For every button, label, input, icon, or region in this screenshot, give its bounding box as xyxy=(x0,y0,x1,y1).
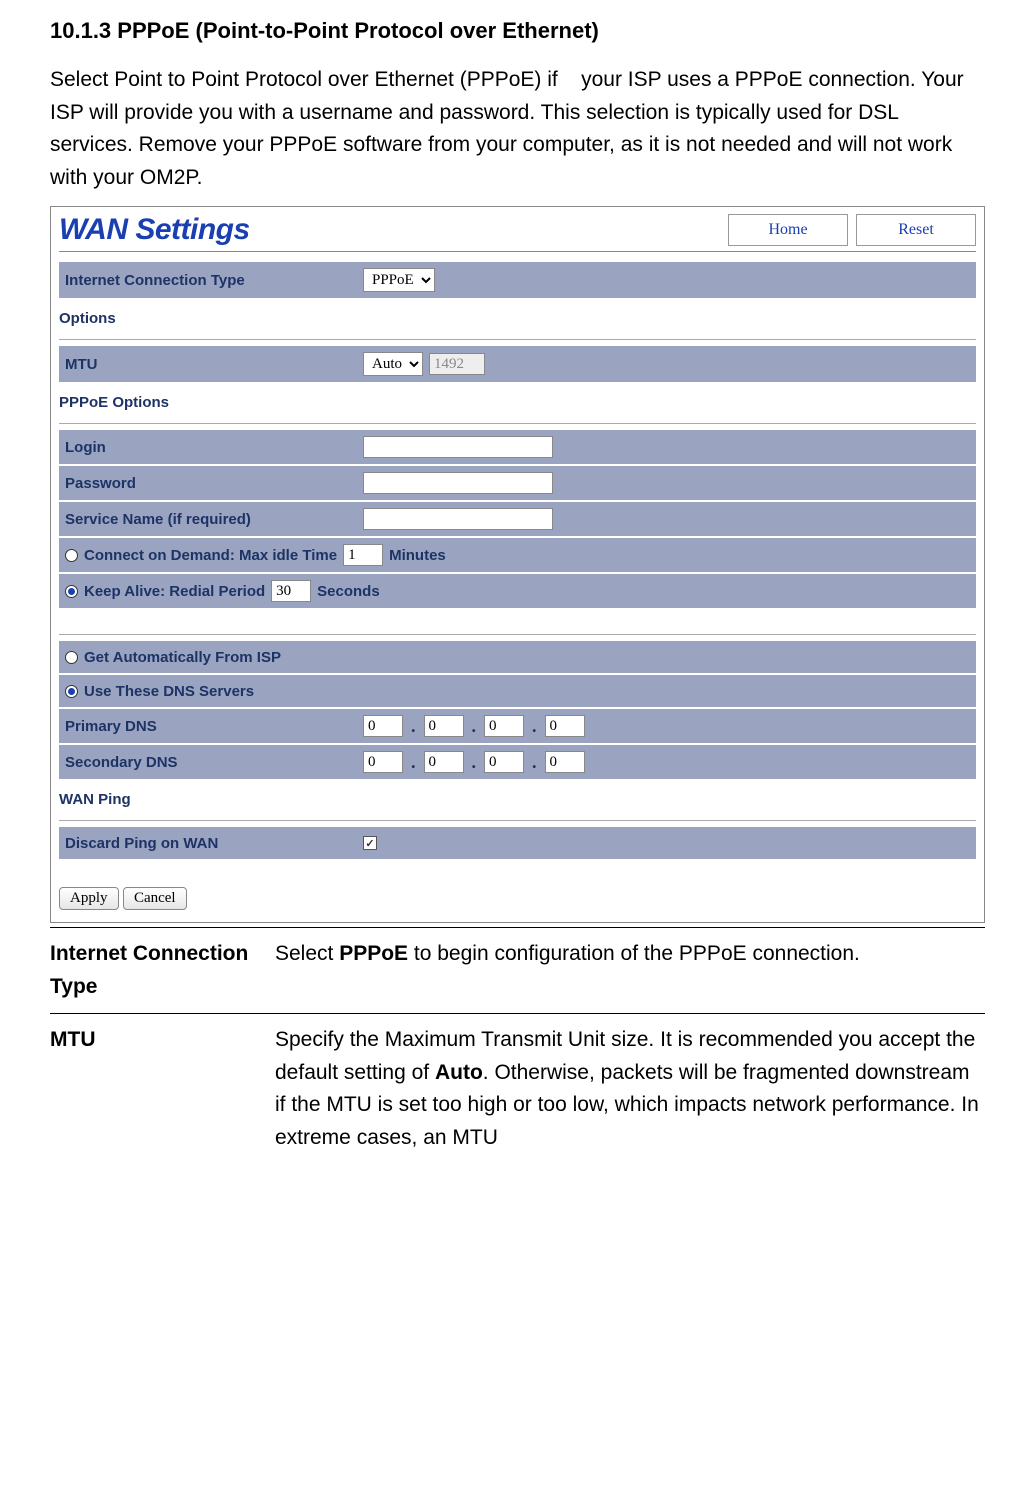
secondary-dns-octet-1[interactable] xyxy=(363,751,403,773)
ip-dot: . xyxy=(532,752,537,773)
dns-manual-label: Use These DNS Servers xyxy=(84,683,254,700)
divider xyxy=(59,251,976,252)
cancel-button[interactable]: Cancel xyxy=(123,887,187,910)
internet-connection-type-label: Internet Connection Type xyxy=(65,272,363,289)
login-row: Login xyxy=(59,430,976,464)
table-row: Internet Connection Type Select PPPoE to… xyxy=(50,928,985,1014)
service-name-row: Service Name (if required) xyxy=(59,502,976,536)
wan-settings-panel: WAN Settings Home Reset Internet Connect… xyxy=(50,206,985,923)
options-heading: Options xyxy=(59,300,976,333)
keep-alive-label-a: Keep Alive: Redial Period xyxy=(84,583,265,600)
max-idle-time-input[interactable] xyxy=(343,544,383,566)
mtu-label: MTU xyxy=(65,356,363,373)
password-input[interactable] xyxy=(363,472,553,494)
apply-button[interactable]: Apply xyxy=(59,887,119,910)
ip-dot: . xyxy=(472,752,477,773)
wan-ping-heading: WAN Ping xyxy=(59,781,976,814)
mtu-row: MTU Auto xyxy=(59,346,976,382)
panel-title: WAN Settings xyxy=(59,213,250,247)
section-paragraph: Select Point to Point Protocol over Ethe… xyxy=(50,64,985,194)
reset-button[interactable]: Reset xyxy=(856,214,976,246)
dns-auto-row[interactable]: Get Automatically From ISP xyxy=(59,641,976,673)
def-term: Internet Connection Type xyxy=(50,928,275,1014)
password-label: Password xyxy=(65,475,363,492)
divider xyxy=(59,423,976,424)
def-desc: Specify the Maximum Transmit Unit size. … xyxy=(275,1014,985,1165)
redial-period-input[interactable] xyxy=(271,580,311,602)
def-term: MTU xyxy=(50,1014,275,1165)
connect-on-demand-row[interactable]: Connect on Demand: Max idle Time Minutes xyxy=(59,538,976,572)
keep-alive-label-b: Seconds xyxy=(317,583,380,600)
primary-dns-octet-2[interactable] xyxy=(424,715,464,737)
primary-dns-row: Primary DNS . . . xyxy=(59,709,976,743)
secondary-dns-octet-4[interactable] xyxy=(545,751,585,773)
mtu-mode-select[interactable]: Auto xyxy=(363,352,423,376)
internet-connection-type-row: Internet Connection Type PPPoE xyxy=(59,262,976,298)
service-name-label: Service Name (if required) xyxy=(65,511,363,528)
login-label: Login xyxy=(65,439,363,456)
ip-dot: . xyxy=(472,716,477,737)
mtu-value-input[interactable] xyxy=(429,353,485,375)
table-row: MTU Specify the Maximum Transmit Unit si… xyxy=(50,1014,985,1165)
divider xyxy=(59,634,976,635)
dns-auto-label: Get Automatically From ISP xyxy=(84,649,281,666)
pppoe-options-heading: PPPoE Options xyxy=(59,384,976,417)
service-name-input[interactable] xyxy=(363,508,553,530)
primary-dns-octet-3[interactable] xyxy=(484,715,524,737)
divider xyxy=(59,339,976,340)
keep-alive-radio[interactable] xyxy=(65,585,78,598)
login-input[interactable] xyxy=(363,436,553,458)
primary-dns-octet-4[interactable] xyxy=(545,715,585,737)
password-row: Password xyxy=(59,466,976,500)
secondary-dns-label: Secondary DNS xyxy=(65,754,363,771)
discard-ping-checkbox[interactable]: ✓ xyxy=(363,836,377,850)
discard-ping-label: Discard Ping on WAN xyxy=(65,835,363,852)
primary-dns-label: Primary DNS xyxy=(65,718,363,735)
secondary-dns-octet-3[interactable] xyxy=(484,751,524,773)
ip-dot: . xyxy=(411,716,416,737)
section-heading: 10.1.3 PPPoE (Point-to-Point Protocol ov… xyxy=(50,18,985,44)
dns-manual-radio[interactable] xyxy=(65,685,78,698)
secondary-dns-row: Secondary DNS . . . xyxy=(59,745,976,779)
keep-alive-row[interactable]: Keep Alive: Redial Period Seconds xyxy=(59,574,976,608)
connect-on-demand-label-b: Minutes xyxy=(389,547,446,564)
ip-dot: . xyxy=(532,716,537,737)
home-button[interactable]: Home xyxy=(728,214,848,246)
ip-dot: . xyxy=(411,752,416,773)
connect-on-demand-radio[interactable] xyxy=(65,549,78,562)
internet-connection-type-select[interactable]: PPPoE xyxy=(363,268,435,292)
divider xyxy=(59,820,976,821)
secondary-dns-octet-2[interactable] xyxy=(424,751,464,773)
dns-auto-radio[interactable] xyxy=(65,651,78,664)
dns-manual-row[interactable]: Use These DNS Servers xyxy=(59,675,976,707)
discard-ping-row: Discard Ping on WAN ✓ xyxy=(59,827,976,859)
definitions-table: Internet Connection Type Select PPPoE to… xyxy=(50,927,985,1164)
def-desc: Select PPPoE to begin configuration of t… xyxy=(275,928,985,1014)
connect-on-demand-label-a: Connect on Demand: Max idle Time xyxy=(84,547,337,564)
primary-dns-octet-1[interactable] xyxy=(363,715,403,737)
